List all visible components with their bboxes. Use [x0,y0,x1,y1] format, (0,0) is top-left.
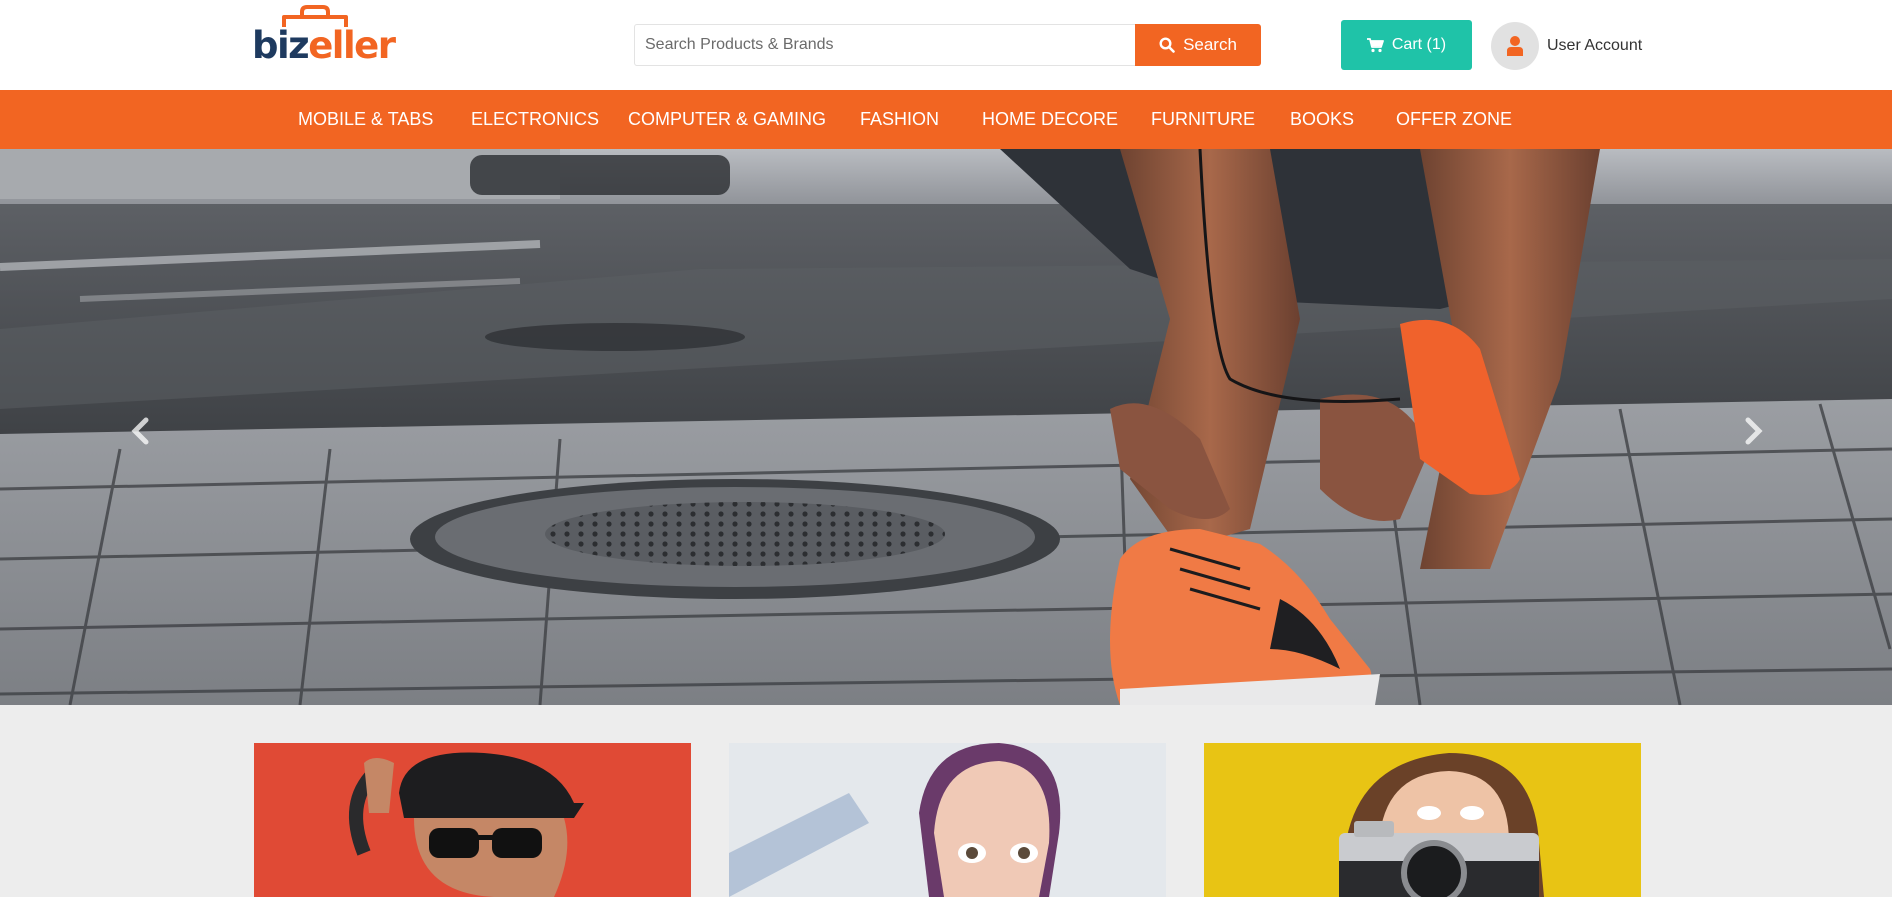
chevron-left-icon [131,417,149,445]
nav-item-offer-zone[interactable]: OFFER ZONE [1396,90,1512,149]
promo-card-headphones[interactable] [254,743,691,897]
nav-item-home-decore[interactable]: HOME DECORE [982,90,1118,149]
user-icon [1507,36,1523,56]
avatar [1491,22,1539,70]
nav-item-books[interactable]: BOOKS [1290,90,1354,149]
hero-slide-image [0,149,1892,705]
brand-logo[interactable]: bizeller [252,5,397,69]
search-icon [1159,37,1175,53]
site-header: bizeller Search Cart (1) User Acc [0,0,1892,90]
user-account-label: User Account [1547,37,1643,54]
nav-item-computer-gaming[interactable]: COMPUTER & GAMING [628,90,826,149]
promo-card-surprised[interactable] [729,743,1166,897]
user-account-link[interactable]: User Account [1491,22,1642,70]
carousel-next-button[interactable] [1734,411,1774,451]
logo-wordmark: bizeller [252,24,396,67]
search-bar: Search [634,24,1261,66]
promo-card-camera[interactable] [1204,743,1641,897]
hero-carousel [0,149,1892,705]
cart-label: Cart (1) [1391,36,1447,53]
promo-image-headphones [254,743,691,897]
promo-image-surprised [729,743,1166,897]
logo-prefix: biz [252,24,310,67]
nav-item-fashion[interactable]: FASHION [860,90,939,149]
search-input[interactable] [634,24,1136,66]
promo-image-camera [1204,743,1641,897]
search-button[interactable]: Search [1135,24,1261,66]
logo-suffix: eller [308,24,396,67]
chevron-right-icon [1745,417,1763,445]
nav-item-mobile-tabs[interactable]: MOBILE & TABS [298,90,433,149]
nav-item-electronics[interactable]: ELECTRONICS [471,90,599,149]
cart-button[interactable]: Cart (1) [1341,20,1472,70]
search-button-label: Search [1183,35,1237,54]
nav-item-furniture[interactable]: FURNITURE [1151,90,1255,149]
cart-icon [1366,37,1384,52]
category-navbar: MOBILE & TABS ELECTRONICS COMPUTER & GAM… [0,90,1892,149]
carousel-prev-button[interactable] [120,411,160,451]
